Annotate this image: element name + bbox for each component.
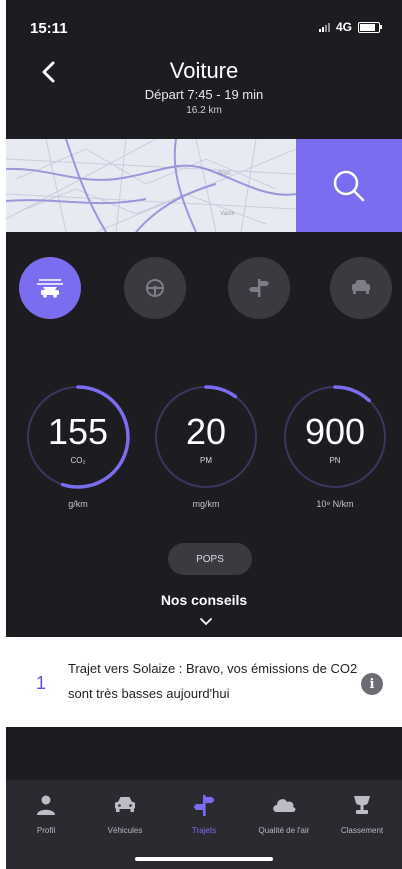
tab-trajets[interactable]: Trajets xyxy=(164,792,244,835)
map-label-bron: Bron xyxy=(218,171,231,177)
mode-steering-button[interactable] xyxy=(124,257,186,319)
tab-profil-label: Profil xyxy=(36,826,56,835)
departure-info: Départ 7:45 - 19 min xyxy=(144,87,264,102)
cloud-icon xyxy=(273,799,296,812)
tab-vehicules[interactable]: Véhicules xyxy=(85,792,165,835)
gauge-co2: 155 CO₂ xyxy=(25,384,131,490)
signpost-icon xyxy=(193,795,215,816)
gauge-pm-unit: mg/km xyxy=(192,499,220,509)
gauge-pm: 20 PM xyxy=(153,384,259,490)
car-icon xyxy=(115,797,135,812)
signpost-icon xyxy=(249,279,269,297)
gauge-co2-unit: g/km xyxy=(68,499,88,509)
tab-profil[interactable]: Profil xyxy=(6,792,86,835)
home-indicator xyxy=(135,857,273,861)
network-label: 4G xyxy=(335,20,352,34)
advice-card[interactable]: 1 Trajet vers Solaize : Bravo, vos émiss… xyxy=(6,637,402,727)
chevron-down-icon[interactable] xyxy=(199,617,213,627)
app-screen: 15:11 4G Voiture Départ 7:45 - 19 min 16… xyxy=(6,0,402,869)
advice-text: Trajet vers Solaize : Bravo, vos émissio… xyxy=(68,661,358,701)
mode-car-fast-button[interactable] xyxy=(19,257,81,319)
gauge-pm-value: 20 xyxy=(185,411,227,452)
gauge-pn-unit: 10⁹ N/km xyxy=(316,499,354,509)
map-label-vaulx: Vaulx xyxy=(220,211,235,217)
trip-distance: 16.2 km xyxy=(186,105,222,116)
pops-button[interactable]: POPS xyxy=(168,543,252,575)
car-icon xyxy=(352,280,370,294)
advice-number: 1 xyxy=(36,673,47,693)
mode-car-button[interactable] xyxy=(330,257,392,319)
search-button[interactable] xyxy=(296,139,402,232)
tab-bar: Profil Véhicules Trajets Qualité de l'ai… xyxy=(6,780,402,869)
status-right: 4G xyxy=(318,20,382,34)
search-icon xyxy=(333,170,365,201)
person-icon xyxy=(37,795,55,815)
tab-classement-label: Classement xyxy=(340,826,384,835)
info-icon[interactable]: i xyxy=(361,673,383,695)
tab-trajets-label: Trajets xyxy=(191,826,217,835)
gauge-pn-value: 900 xyxy=(304,411,366,452)
tab-qualite-air[interactable]: Qualité de l'air xyxy=(244,792,324,835)
map-drawing: Bron Vaulx xyxy=(6,139,296,232)
tab-vehicules-label: Véhicules xyxy=(107,826,143,835)
mode-selector xyxy=(6,257,402,321)
steering-wheel-icon xyxy=(146,279,164,297)
advice-title[interactable]: Nos conseils xyxy=(6,592,402,608)
battery-icon xyxy=(358,21,382,33)
route-map[interactable]: Bron Vaulx xyxy=(6,139,296,232)
gauge-pn: 900 PN xyxy=(282,384,388,490)
gauge-co2-label: CO₂ xyxy=(70,456,86,465)
gauge-pn-label: PN xyxy=(329,456,341,465)
tab-qualite-air-label: Qualité de l'air xyxy=(258,826,310,835)
signal-icon xyxy=(318,22,330,32)
mode-signpost-button[interactable] xyxy=(228,257,290,319)
status-bar: 15:11 4G xyxy=(6,0,402,50)
status-time: 15:11 xyxy=(30,20,68,37)
gauge-co2-value: 155 xyxy=(47,411,109,452)
car-speed-icon xyxy=(37,279,63,298)
tab-classement[interactable]: Classement xyxy=(322,792,402,835)
trophy-icon xyxy=(354,796,370,814)
page-title: Voiture xyxy=(169,58,239,83)
gauge-pm-label: PM xyxy=(200,456,212,465)
